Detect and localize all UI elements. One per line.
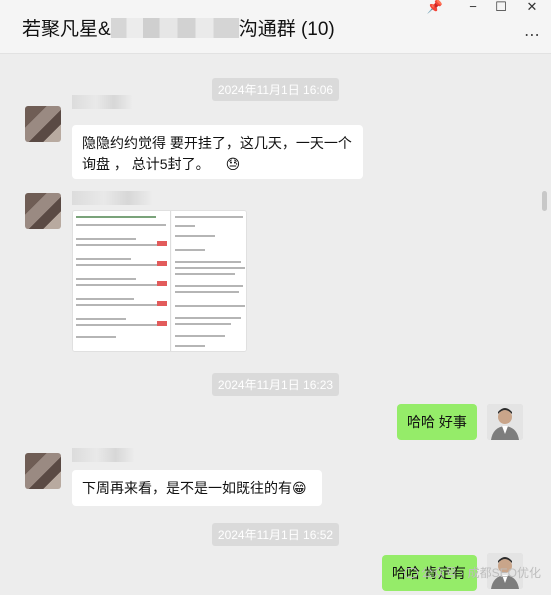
redacted-name: [110, 18, 239, 38]
avatar[interactable]: [25, 193, 61, 229]
chat-title: 若聚凡星& 沟通群 (10): [22, 14, 335, 41]
message-bubble[interactable]: 隐隐约约觉得 要开挂了，这几天，一天一个 询盘 ， 总计5封了。 😓: [72, 125, 363, 179]
message-text: 询盘 ， 总计5封了。: [82, 156, 210, 172]
wechat-icon: [403, 568, 418, 578]
timestamp: 2024年11月1日 16:52: [0, 523, 551, 546]
timestamp: 2024年11月1日 16:23: [0, 373, 551, 396]
image-message-thumbnail[interactable]: [72, 210, 247, 352]
close-icon[interactable]: ✕: [522, 0, 542, 14]
message-bubble[interactable]: 下周再来看，是不是一如既往的有😁: [72, 470, 322, 506]
thumbnail-inbox-list: [73, 211, 171, 351]
sender-name-redacted: [72, 191, 152, 205]
chat-title-prefix: 若聚凡星&: [22, 19, 111, 40]
my-avatar[interactable]: [487, 404, 523, 440]
pin-icon[interactable]: 📌: [425, 0, 445, 14]
sender-name-redacted: [72, 95, 132, 109]
avatar[interactable]: [25, 453, 61, 489]
scrollbar-thumb[interactable]: [542, 191, 547, 211]
minimize-icon[interactable]: −: [463, 0, 483, 14]
message-text: 下周再来看，是不是一如既往的有😁: [82, 480, 307, 496]
watermark: 公众号 · 成都SEO优化: [403, 564, 541, 581]
thumbnail-reading-pane: [172, 211, 246, 351]
message-text: 哈哈 好事: [407, 414, 467, 430]
message-bubble-outgoing[interactable]: 哈哈 好事: [397, 404, 477, 440]
sender-name-redacted: [72, 448, 134, 462]
sweat-smile-emoji: 😓: [225, 156, 241, 172]
message-text: 隐隐约约觉得 要开挂了，这几天，一天一个: [82, 135, 352, 151]
person-photo-icon: [487, 404, 523, 440]
title-bar: 若聚凡星& 沟通群 (10) 📌 − ☐ ✕ ⋯: [0, 0, 551, 54]
chat-area: 2024年11月1日 16:06 隐隐约约觉得 要开挂了，这几天，一天一个 询盘…: [0, 55, 551, 595]
chat-title-suffix: 沟通群 (10): [238, 19, 335, 40]
avatar[interactable]: [25, 106, 61, 142]
more-options-icon[interactable]: ⋯: [524, 25, 541, 45]
maximize-icon[interactable]: ☐: [491, 0, 511, 14]
